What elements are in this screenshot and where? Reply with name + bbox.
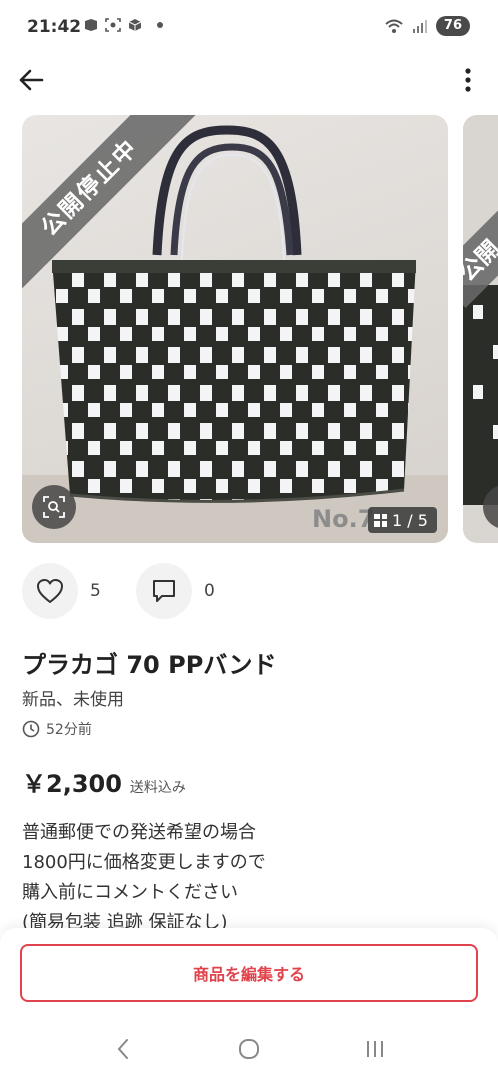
image-gallery[interactable]: 公開停止中 No.7 1 / 5 公開 bbox=[22, 115, 498, 543]
product-photo[interactable]: 公開停止中 No.7 1 / 5 bbox=[22, 115, 448, 543]
zoom-button[interactable] bbox=[32, 485, 76, 529]
battery-indicator: 76 bbox=[435, 16, 470, 36]
notification-app-icon bbox=[85, 19, 97, 31]
system-nav-bar bbox=[0, 1018, 498, 1080]
page-counter-label: 1 / 5 bbox=[392, 510, 428, 530]
next-status-ribbon-label: 公開 bbox=[463, 148, 498, 308]
item-description: 普通郵便での発送希望の場合 1800円に価格変更しますので 購入前にコメントくだ… bbox=[22, 818, 482, 928]
item-condition: 新品、未使用 bbox=[22, 690, 124, 710]
comment-count: 0 bbox=[204, 581, 215, 601]
top-nav bbox=[0, 56, 498, 104]
page-counter: 1 / 5 bbox=[368, 507, 437, 533]
posted-time: 52分前 bbox=[22, 719, 92, 739]
arrow-left-icon bbox=[19, 69, 44, 91]
grid-icon bbox=[374, 513, 387, 527]
screenshot-icon bbox=[105, 18, 121, 32]
photo-caption: No.7 bbox=[312, 505, 375, 533]
more-vertical-icon bbox=[465, 68, 471, 92]
description-line: (簡易包装 追跡 保証なし) bbox=[22, 912, 228, 928]
next-product-photo[interactable]: 公開 bbox=[463, 115, 498, 543]
item-title: プラカゴ 70 PPバンド bbox=[22, 651, 277, 679]
item-price: ￥2,300 bbox=[22, 770, 122, 798]
status-bar: 21:42 76 bbox=[0, 0, 498, 56]
like-count: 5 bbox=[90, 581, 101, 601]
system-home-button[interactable] bbox=[229, 1029, 269, 1069]
price-row: ￥2,300 送料込み bbox=[22, 764, 186, 799]
back-button[interactable] bbox=[16, 66, 48, 94]
heart-icon bbox=[37, 579, 63, 603]
chevron-left-icon bbox=[117, 1039, 128, 1059]
wifi-icon bbox=[385, 19, 403, 33]
comment-button[interactable] bbox=[136, 563, 192, 619]
more-notifications-dot bbox=[157, 22, 163, 28]
bottom-panel: 商品を編集する bbox=[0, 928, 498, 1080]
recents-icon bbox=[367, 1041, 383, 1057]
action-row: 5 0 bbox=[22, 563, 250, 619]
basket-image bbox=[22, 125, 448, 543]
description-line: 購入前にコメントください bbox=[22, 882, 238, 903]
next-status-ribbon: 公開 bbox=[463, 115, 498, 315]
signal-icon bbox=[412, 20, 427, 33]
posted-time-label: 52分前 bbox=[46, 722, 92, 738]
more-options-button[interactable] bbox=[462, 66, 474, 94]
like-button[interactable] bbox=[22, 563, 78, 619]
edit-item-button[interactable]: 商品を編集する bbox=[20, 944, 478, 1002]
system-back-button[interactable] bbox=[103, 1029, 143, 1069]
system-recents-button[interactable] bbox=[355, 1029, 395, 1069]
shipping-label: 送料込み bbox=[129, 780, 186, 796]
description-line: 1800円に価格変更しますので bbox=[22, 852, 266, 873]
description-line: 普通郵便での発送希望の場合 bbox=[22, 822, 256, 843]
status-time: 21:42 bbox=[27, 17, 82, 37]
clock-icon bbox=[22, 720, 40, 738]
zoom-scan-icon bbox=[43, 496, 65, 518]
cube-icon bbox=[128, 19, 142, 31]
comment-icon bbox=[153, 580, 175, 602]
notification-icons bbox=[83, 18, 163, 32]
home-circle-icon bbox=[239, 1039, 259, 1059]
status-right: 76 bbox=[384, 16, 470, 36]
